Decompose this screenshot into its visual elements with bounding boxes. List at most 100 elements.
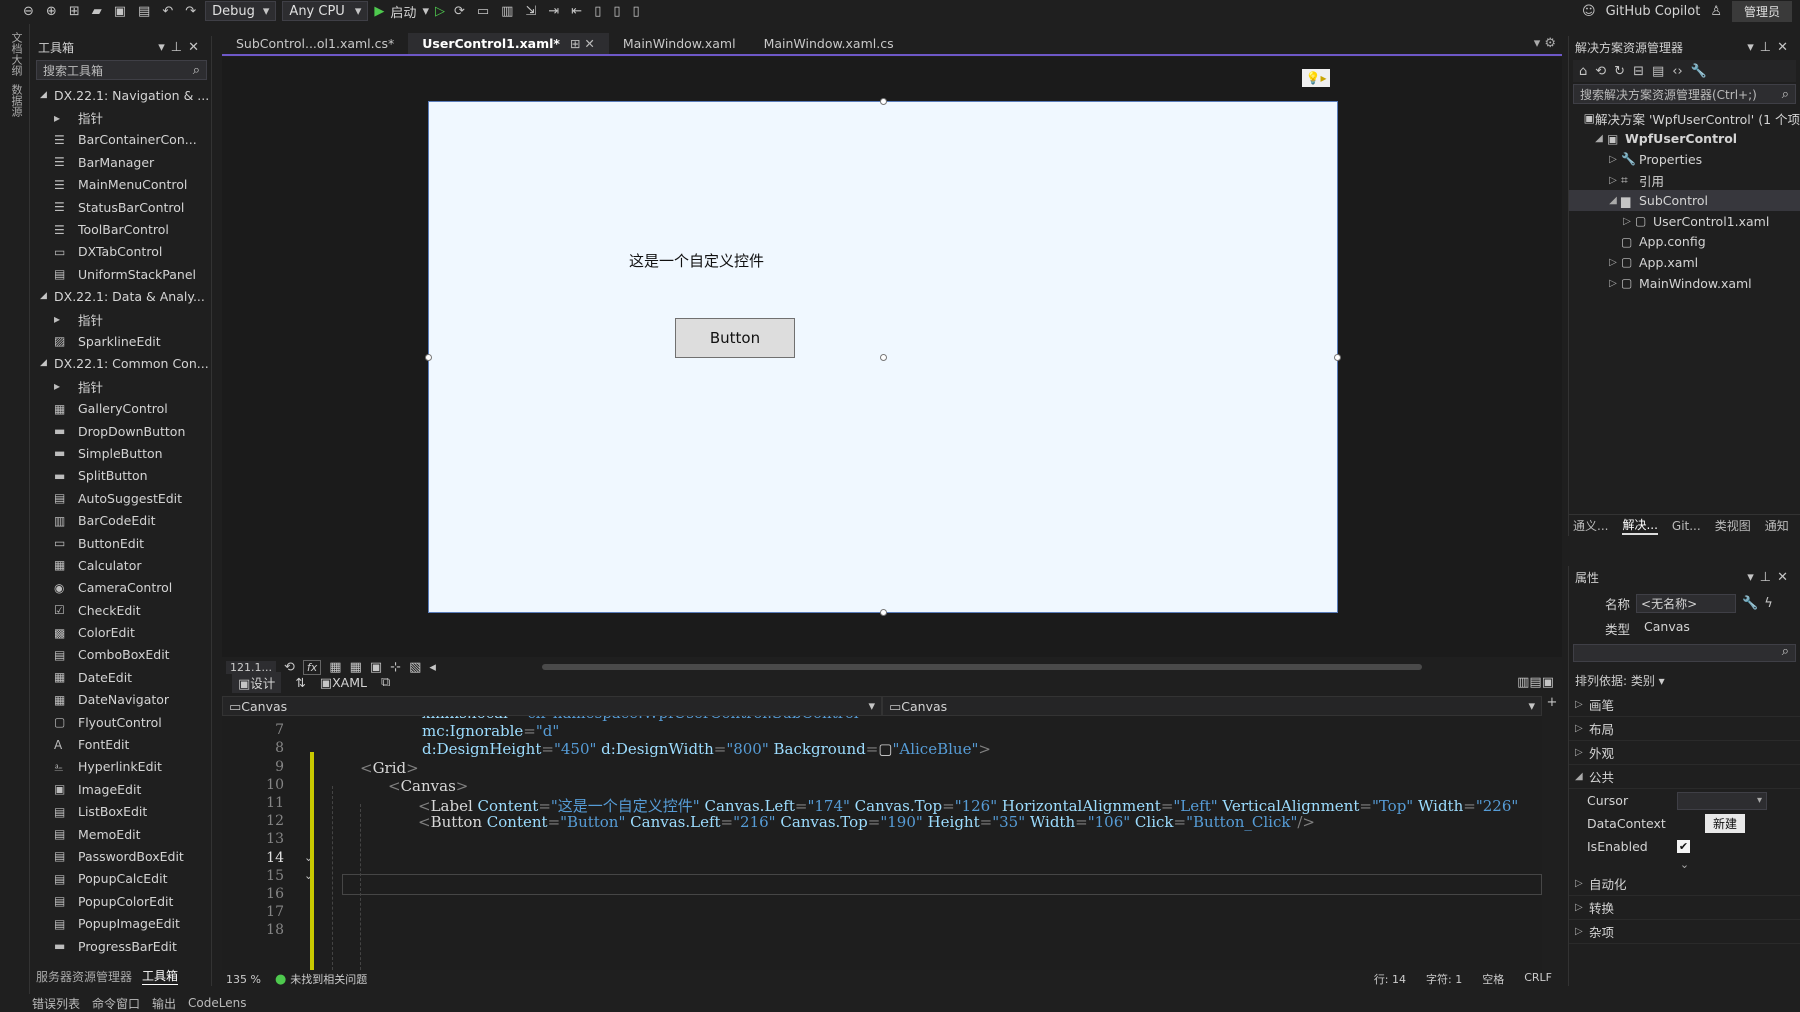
bottom-panel-tab[interactable]: 输出 bbox=[152, 995, 176, 1012]
toolbox-item[interactable]: ▬ ProgressBarEdit bbox=[32, 935, 211, 957]
toolbox-item[interactable]: ☰ MainMenuControl bbox=[32, 174, 211, 196]
sort-by-select[interactable]: 排列依据: 类别 ▾ bbox=[1569, 668, 1800, 693]
close-icon[interactable]: ✕ bbox=[188, 41, 205, 54]
property-category[interactable]: ▷ 杂项 bbox=[1569, 920, 1800, 944]
toolbox-item[interactable]: ▤ ComboBoxEdit bbox=[32, 644, 211, 666]
design-canvas[interactable]: 这是一个自定义控件 Button bbox=[425, 98, 1341, 616]
category-common[interactable]: ◢ 公共 bbox=[1569, 765, 1800, 789]
properties-icon[interactable]: 🔧 bbox=[1691, 65, 1707, 78]
new-datacontext-button[interactable]: 新建 bbox=[1705, 814, 1746, 833]
toolbox-item[interactable]: ▭ DXTabControl bbox=[32, 241, 211, 263]
tab-document[interactable]: MainWindow.xaml bbox=[609, 33, 750, 54]
designer-hscrollbar[interactable] bbox=[542, 664, 1422, 670]
toolbox-item[interactable]: ▤ PopupImageEdit bbox=[32, 912, 211, 934]
button-control[interactable]: Button bbox=[675, 318, 795, 358]
name-input[interactable]: <无名称> bbox=[1636, 594, 1737, 613]
design-view-tab[interactable]: ▣ 设计 bbox=[232, 671, 282, 693]
pin-icon[interactable]: ⊥ bbox=[1760, 571, 1777, 584]
tab-document[interactable]: SubControl...ol1.xaml.cs* bbox=[222, 33, 408, 54]
line-ending-indicator[interactable]: CRLF bbox=[1524, 971, 1552, 987]
bookmark-next-icon[interactable]: ▯ bbox=[630, 5, 643, 18]
pin-icon[interactable]: ⊥ bbox=[171, 41, 188, 54]
bookmark-prev-icon[interactable]: ▯ bbox=[610, 5, 623, 18]
close-icon[interactable]: ✕ bbox=[1777, 41, 1794, 54]
solution-search-input[interactable]: 搜索解决方案资源管理器(Ctrl+;) ⌕ bbox=[1573, 84, 1796, 104]
lightbulb-icon[interactable]: 💡▸ bbox=[1302, 69, 1330, 87]
toolbox-item[interactable]: ▭ ButtonEdit bbox=[32, 532, 211, 554]
toolbox-item[interactable]: ☰ BarManager bbox=[32, 151, 211, 173]
toolbox-item[interactable]: ▤ AutoSuggestEdit bbox=[32, 487, 211, 509]
property-category[interactable]: ▷ 布局 bbox=[1569, 717, 1800, 741]
pin-icon[interactable]: ⊥ bbox=[1760, 41, 1777, 54]
toolbox-item[interactable]: ▬ SplitButton bbox=[32, 465, 211, 487]
resize-handle-bottom[interactable] bbox=[880, 609, 887, 616]
document-outline-tab[interactable]: 文档大纲 bbox=[8, 32, 24, 76]
toolbox-item[interactable]: ▸ 指针 bbox=[32, 308, 211, 330]
toolbox-item[interactable]: ▤ ListBoxEdit bbox=[32, 801, 211, 823]
toolbox-item[interactable]: ▤ UniformStackPanel bbox=[32, 263, 211, 285]
member-scope-select[interactable]: ▭ Canvas ▾ bbox=[882, 696, 1542, 716]
editor-zoom[interactable]: 135 % bbox=[226, 973, 261, 986]
xaml-view-tab[interactable]: ▣ XAML bbox=[320, 675, 367, 690]
server-explorer-tab[interactable]: 服务器资源管理器 bbox=[36, 968, 132, 985]
toolbox-item[interactable]: ▥ BarCodeEdit bbox=[32, 509, 211, 531]
whitespace-indicator[interactable]: 空格 bbox=[1482, 971, 1504, 987]
solution-tree-node[interactable]: ◢ ▆ SubControl bbox=[1569, 190, 1800, 211]
sync-icon[interactable]: ⟲ bbox=[1595, 65, 1606, 78]
resize-handle-left[interactable] bbox=[425, 354, 432, 361]
label-control[interactable]: 这是一个自定义控件 bbox=[629, 250, 764, 271]
toolbox-item[interactable]: ⎁ HyperlinkEdit bbox=[32, 756, 211, 778]
toolbox-item[interactable]: ▢ FlyoutControl bbox=[32, 711, 211, 733]
toolbox-item[interactable]: ☰ ToolBarControl bbox=[32, 218, 211, 240]
solution-tree-node[interactable]: ◢ ▣ WpfUserControl bbox=[1569, 129, 1800, 150]
save-icon[interactable]: ▣ bbox=[111, 5, 129, 18]
expand-arrow-icon[interactable]: ▷ bbox=[1605, 257, 1621, 268]
play-icon[interactable]: ▶ bbox=[374, 5, 384, 18]
close-icon[interactable]: ⊞ ✕ bbox=[570, 36, 595, 51]
toolbox-category[interactable]: ◢ DX.22.1: Navigation & ... bbox=[32, 84, 211, 106]
toolbox-category[interactable]: ◢ DX.22.1: Common Con... bbox=[32, 353, 211, 375]
window-icon[interactable]: ▭ bbox=[474, 5, 492, 18]
toolbox-item[interactable]: ▤ MemoEdit bbox=[32, 823, 211, 845]
solution-tab[interactable]: 解决... bbox=[1622, 516, 1658, 535]
chevron-down-icon[interactable]: ▾ bbox=[158, 41, 171, 54]
lightning-icon[interactable]: ϟ bbox=[1764, 597, 1773, 610]
chevron-down-icon[interactable]: ▾ bbox=[422, 5, 429, 18]
home-icon[interactable]: ⌂ bbox=[1579, 65, 1587, 78]
toolbox-item[interactable]: ☑ CheckEdit bbox=[32, 599, 211, 621]
issues-indicator[interactable]: 未找到相关问题 bbox=[290, 971, 367, 987]
tab-document[interactable]: MainWindow.xaml.cs bbox=[750, 33, 908, 54]
resize-handle-right[interactable] bbox=[1334, 354, 1341, 361]
property-category[interactable]: ▷ 画笔 bbox=[1569, 693, 1800, 717]
undo-icon[interactable]: ↶ bbox=[159, 5, 176, 18]
bottom-panel-tab[interactable]: 错误列表 bbox=[32, 995, 80, 1012]
expand-arrow-icon[interactable]: ▷ bbox=[1619, 216, 1635, 227]
solution-tab[interactable]: 类视图 bbox=[1715, 517, 1751, 534]
outdent-icon[interactable]: ⇤ bbox=[568, 5, 585, 18]
element-scope-select[interactable]: ▭ Canvas ▾ bbox=[222, 696, 882, 716]
search-icon[interactable]: ⌕ bbox=[193, 64, 200, 77]
code-icon[interactable]: ‹› bbox=[1672, 65, 1682, 78]
toolbox-item[interactable]: ▬ DropDownButton bbox=[32, 420, 211, 442]
toolbox-item[interactable]: ☰ StatusBarControl bbox=[32, 196, 211, 218]
toolbox-category[interactable]: ◢ DX.22.1: Data & Analy... bbox=[32, 286, 211, 308]
collapse-icon[interactable]: ⊟ bbox=[1633, 65, 1644, 78]
bottom-panel-tab[interactable]: CodeLens bbox=[188, 996, 246, 1010]
start-without-debug-icon[interactable]: ▷ bbox=[435, 5, 445, 18]
toolbox-item[interactable]: ☰ BarContainerCon... bbox=[32, 129, 211, 151]
chevron-down-icon[interactable]: ▾ bbox=[1747, 41, 1760, 54]
indent-icon[interactable]: ⇥ bbox=[545, 5, 562, 18]
save-all-icon[interactable]: ▤ bbox=[135, 5, 153, 18]
forward-icon[interactable]: ⊕ bbox=[43, 5, 60, 18]
toolbox-item[interactable]: ▦ Calculator bbox=[32, 554, 211, 576]
platform-select[interactable]: Any CPU ▾ bbox=[282, 1, 369, 21]
chevron-down-icon[interactable]: ▾ bbox=[1747, 571, 1760, 584]
xaml-code-editor[interactable]: 6 xmlns:local="clr-namespace:WpfUserContr… bbox=[222, 716, 1542, 970]
bottom-panel-tab[interactable]: 命令窗口 bbox=[92, 995, 140, 1012]
user-icon[interactable]: ♙ bbox=[1710, 5, 1722, 18]
properties-search-input[interactable]: ⌕ bbox=[1573, 644, 1796, 662]
solution-tree-node[interactable]: ▷ ▢ UserControl1.xaml bbox=[1569, 211, 1800, 232]
new-project-icon[interactable]: ⊞ bbox=[66, 5, 83, 18]
tab-list-icon[interactable]: ▾ ⚙ bbox=[1534, 37, 1562, 54]
show-all-icon[interactable]: ▤ bbox=[1652, 65, 1664, 78]
